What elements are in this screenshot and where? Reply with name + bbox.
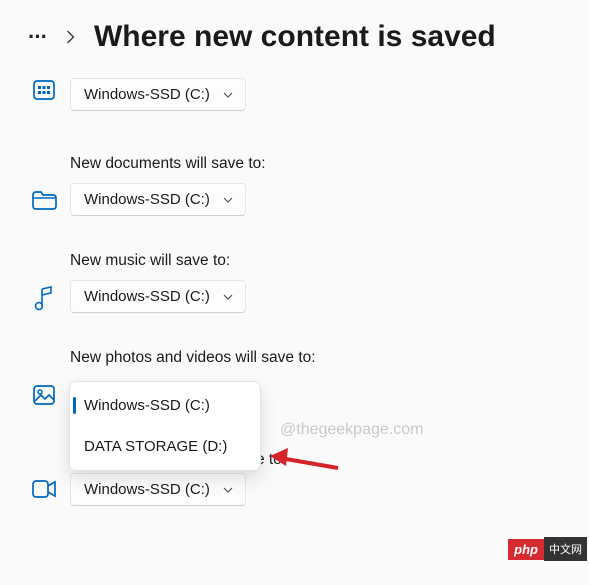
photos-label: New photos and videos will save to:	[70, 349, 316, 367]
setting-apps: Windows-SSD (C:)	[0, 78, 589, 111]
page-title: Where new content is saved	[94, 20, 496, 54]
breadcrumb: ··· Where new content is saved	[0, 0, 589, 78]
setting-documents: New documents will save to: Windows-SSD …	[0, 155, 589, 216]
apps-dropdown[interactable]: Windows-SSD (C:)	[70, 78, 246, 111]
chevron-down-icon	[222, 89, 234, 101]
badge-right: 中文网	[544, 537, 587, 561]
site-badge: php 中文网	[508, 537, 587, 561]
documents-label: New documents will save to:	[70, 155, 266, 173]
apps-icon	[24, 78, 64, 102]
documents-dropdown[interactable]: Windows-SSD (C:)	[70, 183, 246, 216]
watermark-text: @thegeekpage.com	[280, 421, 423, 439]
video-icon	[24, 479, 64, 499]
setting-music: New music will save to: Windows-SSD (C:)	[0, 252, 589, 313]
movies-dropdown[interactable]: Windows-SSD (C:)	[70, 473, 246, 506]
music-label: New music will save to:	[70, 252, 246, 270]
music-note-icon	[24, 286, 64, 312]
folder-icon	[24, 189, 64, 211]
movies-dropdown-value: Windows-SSD (C:)	[84, 481, 210, 498]
overflow-menu-icon[interactable]: ···	[28, 24, 47, 50]
chevron-right-icon	[65, 30, 76, 44]
chevron-down-icon	[222, 291, 234, 303]
photo-icon	[24, 383, 64, 407]
annotation-arrow-icon	[270, 448, 340, 476]
music-dropdown-value: Windows-SSD (C:)	[84, 288, 210, 305]
documents-dropdown-value: Windows-SSD (C:)	[84, 191, 210, 208]
setting-movies: will save to: will save to: Windows-SSD …	[0, 473, 589, 506]
chevron-down-icon	[222, 484, 234, 496]
badge-left: php	[508, 539, 544, 560]
dropdown-option-windows-ssd[interactable]: Windows-SSD (C:)	[70, 385, 260, 426]
photos-dropdown-list: Windows-SSD (C:) DATA STORAGE (D:)	[69, 381, 261, 471]
apps-dropdown-value: Windows-SSD (C:)	[84, 86, 210, 103]
music-dropdown[interactable]: Windows-SSD (C:)	[70, 280, 246, 313]
chevron-down-icon	[222, 194, 234, 206]
dropdown-option-data-storage[interactable]: DATA STORAGE (D:)	[70, 426, 260, 467]
setting-photos: New photos and videos will save to: Wind…	[0, 349, 589, 407]
